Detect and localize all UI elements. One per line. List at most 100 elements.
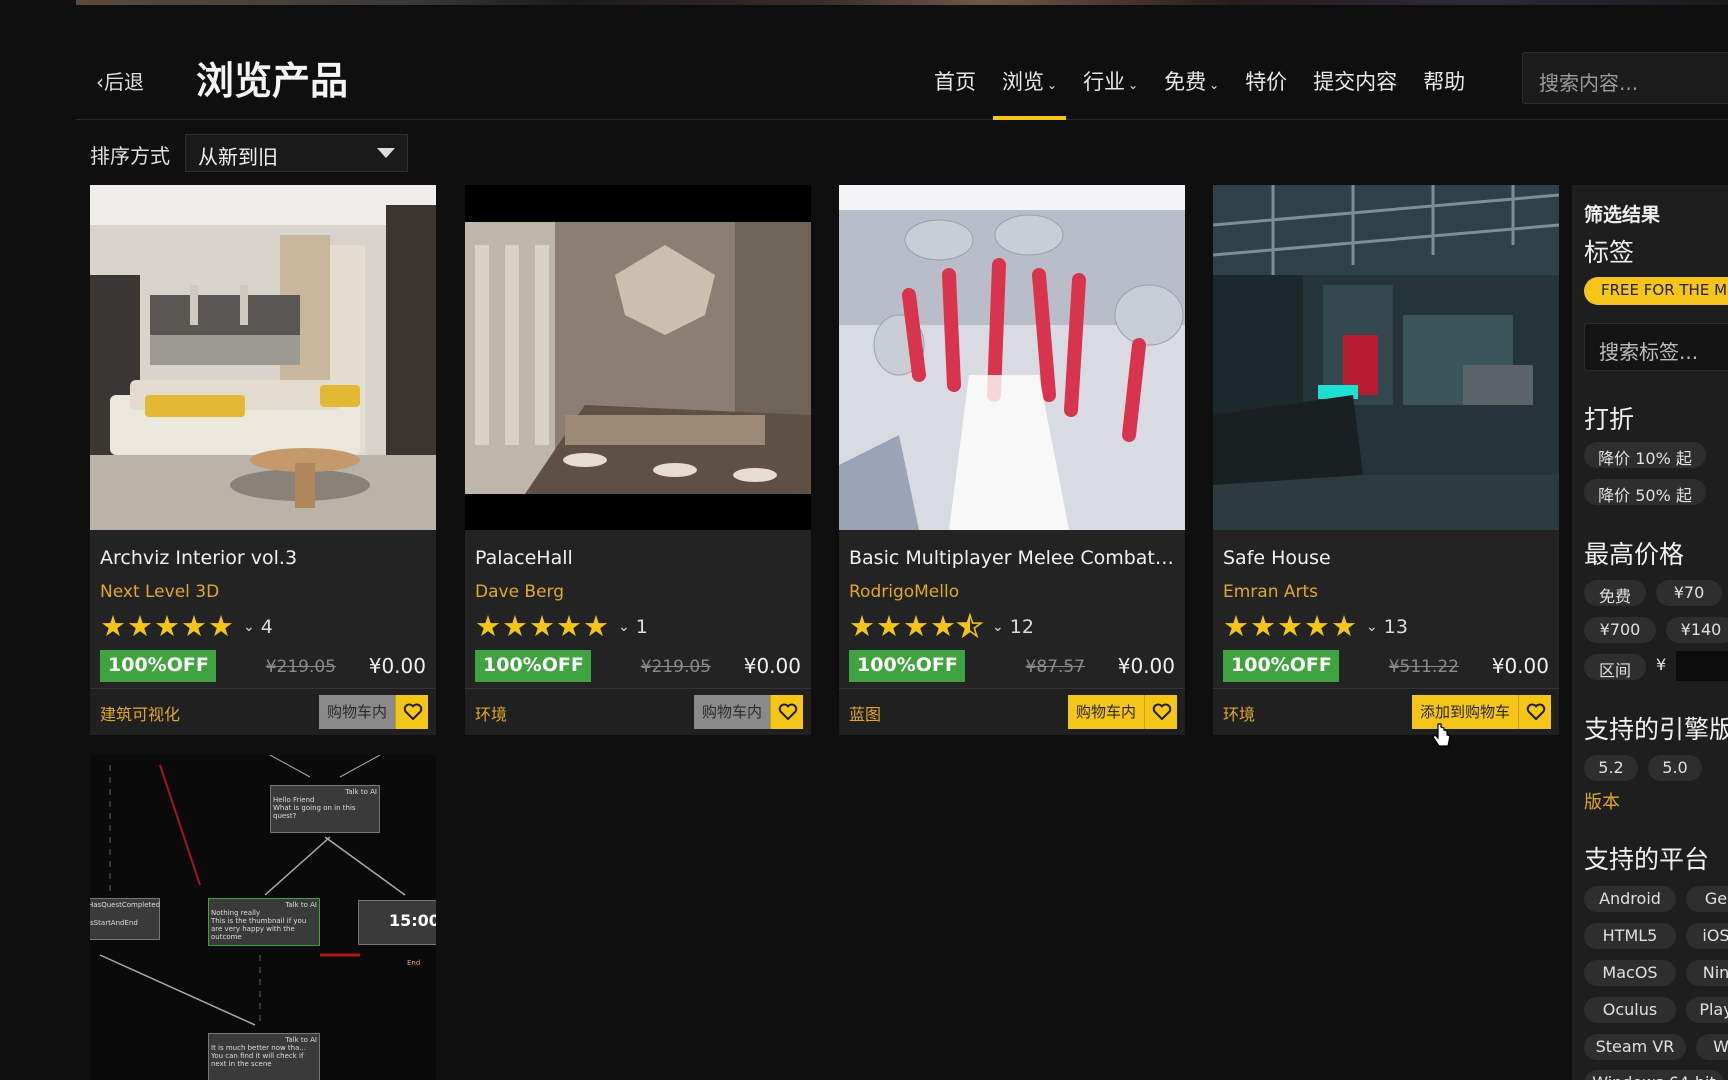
wishlist-button[interactable] [395,695,428,729]
node-title: Talk to AI [285,1036,317,1044]
engine-version-option[interactable]: 5.0 [1648,755,1702,781]
wishlist-button[interactable] [1518,695,1551,729]
product-author[interactable]: Next Level 3D [100,582,219,602]
discount-badge: 100%OFF [475,650,591,682]
max-price-heading: 最高价格 [1584,540,1685,569]
engine-version-option[interactable]: 5.2 [1584,755,1638,781]
original-price: ¥219.05 [265,657,336,677]
product-thumbnail[interactable] [839,185,1185,530]
nav-item[interactable]: 特价 [1232,40,1300,120]
chevron-down-icon[interactable]: ⌄ [1366,619,1378,635]
product-name[interactable]: Archviz Interior vol.3 [100,547,426,569]
nav-item[interactable]: 行业 ⌄ [1070,40,1151,120]
chevron-down-icon[interactable]: ⌄ [618,619,630,635]
wishlist-button[interactable] [1144,695,1177,729]
star-icon: ★ [903,609,929,643]
dialogue-node: Talk to AI It is much better now tha... … [208,1033,320,1080]
chevron-down-icon[interactable]: ⌄ [992,619,1004,635]
node-text: IsStartAndEnd [90,919,138,927]
range-option[interactable]: 区间 [1584,654,1646,680]
platform-option[interactable]: MacOS [1584,960,1676,986]
discount-option[interactable]: 降价 50% 起 [1584,479,1706,505]
cart-button[interactable]: 购物车内 [693,695,770,729]
current-price: ¥0.00 [1491,654,1549,678]
product-name[interactable]: Basic Multiplayer Melee Combat ... [849,547,1175,569]
rating[interactable]: ★ ★ ★ ★ ★ ⌄ 1 [475,612,648,641]
rating[interactable]: ★ ★ ★ ★ ★ ⌄ 4 [100,612,273,641]
cart-button[interactable]: 购物车内 [1067,695,1144,729]
product-thumbnail[interactable]: Talk to AI Hello Friend What is going on… [90,755,436,1080]
nav-item[interactable]: 提交内容 [1300,40,1410,120]
product-thumbnail[interactable] [1213,185,1559,530]
product-name[interactable]: Safe House [1223,547,1549,569]
active-tag-chip[interactable]: FREE FOR THE M [1584,277,1728,305]
chevron-down-icon [377,148,395,158]
cart-button[interactable]: 购物车内 [318,695,395,729]
product-category[interactable]: 蓝图 [849,701,881,725]
palace-hall-image [465,185,811,530]
wishlist-button[interactable] [770,695,803,729]
platform-option[interactable]: iOS [1686,923,1728,949]
node-title: Talk to AI [285,901,317,909]
back-link[interactable]: ‹后退 [96,66,144,95]
safe-house-image [1213,185,1559,530]
platform-option[interactable]: Steam VR [1584,1034,1686,1060]
nav-label: 提交内容 [1313,70,1398,94]
product-author[interactable]: Dave Berg [475,582,564,602]
sort-value: 从新到旧 [198,145,278,169]
node-text: You can find it will check if next in th… [211,1052,304,1068]
product-thumbnail[interactable] [465,185,811,530]
product-category[interactable]: 环境 [475,701,507,725]
review-count: 4 [260,615,273,638]
product-card[interactable]: PalaceHall Dave Berg ★ ★ ★ ★ ★ ⌄ 1 100%OFF ¥21… [465,185,811,735]
product-category[interactable]: 建筑可视化 [100,701,180,725]
add-to-cart-button[interactable]: 添加到购物车 [1411,695,1518,729]
price-option[interactable]: ¥700 [1584,617,1656,643]
original-price: ¥87.57 [1025,657,1085,677]
star-icon: ★ [556,609,582,643]
rating[interactable]: ★ ★ ★ ★ ★ ⌄ 12 [849,609,1034,643]
product-thumbnail[interactable] [90,185,436,530]
node-text: Nothing really [211,909,261,917]
product-author[interactable]: RodrigoMello [849,582,959,602]
product-author[interactable]: Emran Arts [1223,582,1318,602]
rating[interactable]: ★ ★ ★ ★ ★ ⌄ 13 [1223,612,1408,641]
hand-cursor-icon [1432,723,1451,747]
current-price: ¥0.00 [743,654,801,678]
archviz-interior-image [90,185,436,530]
nav-item[interactable]: 首页 [921,40,989,120]
platform-option[interactable]: Play [1686,997,1728,1023]
product-card[interactable]: Archviz Interior vol.3 Next Level 3D ★ ★ ★… [90,185,436,735]
product-card[interactable]: Safe House Emran Arts ★ ★ ★ ★ ★ ⌄ 13 100%OFF ¥… [1213,185,1559,735]
star-icon: ★ [181,609,207,643]
tag-search-input[interactable]: 搜索标签... [1584,323,1728,371]
platform-option[interactable]: Oculus [1584,997,1676,1023]
platform-option[interactable]: Android [1584,886,1676,912]
product-card[interactable]: Basic Multiplayer Melee Combat ... Rodri… [839,185,1185,735]
price-option[interactable]: ¥70 [1656,580,1722,606]
price-range-input[interactable] [1676,651,1728,681]
nav-item[interactable]: 浏览 ⌄ [989,40,1070,120]
star-icon: ★ [100,609,126,643]
platform-option[interactable]: Windows 64-bit [1584,1070,1724,1080]
product-name[interactable]: PalaceHall [475,547,801,569]
platform-option[interactable]: Nin [1686,960,1728,986]
platform-option[interactable]: W [1696,1034,1728,1060]
sort-dropdown[interactable]: 从新到旧 [185,134,408,172]
chevron-down-icon[interactable]: ⌄ [243,619,255,635]
node-text: What is going on in this quest? [273,804,356,820]
current-price: ¥0.00 [368,654,426,678]
sort-label: 排序方式 [90,144,170,168]
product-category[interactable]: 环境 [1223,701,1255,725]
platform-option[interactable]: HTML5 [1584,923,1676,949]
filter-results-title: 筛选结果 [1584,204,1661,226]
discount-option[interactable]: 降价 10% 起 [1584,442,1706,468]
range-currency: ¥ [1656,655,1667,674]
nav-item[interactable]: 帮助 [1410,40,1478,120]
nav-item[interactable]: 免费 ⌄ [1151,40,1232,120]
version-link[interactable]: 版本 [1584,788,1620,814]
search-input[interactable]: 搜索内容... [1522,52,1728,104]
platform-option[interactable]: Ge [1686,886,1728,912]
price-option[interactable]: ¥140 [1666,617,1728,643]
price-option[interactable]: 免费 [1584,580,1646,606]
